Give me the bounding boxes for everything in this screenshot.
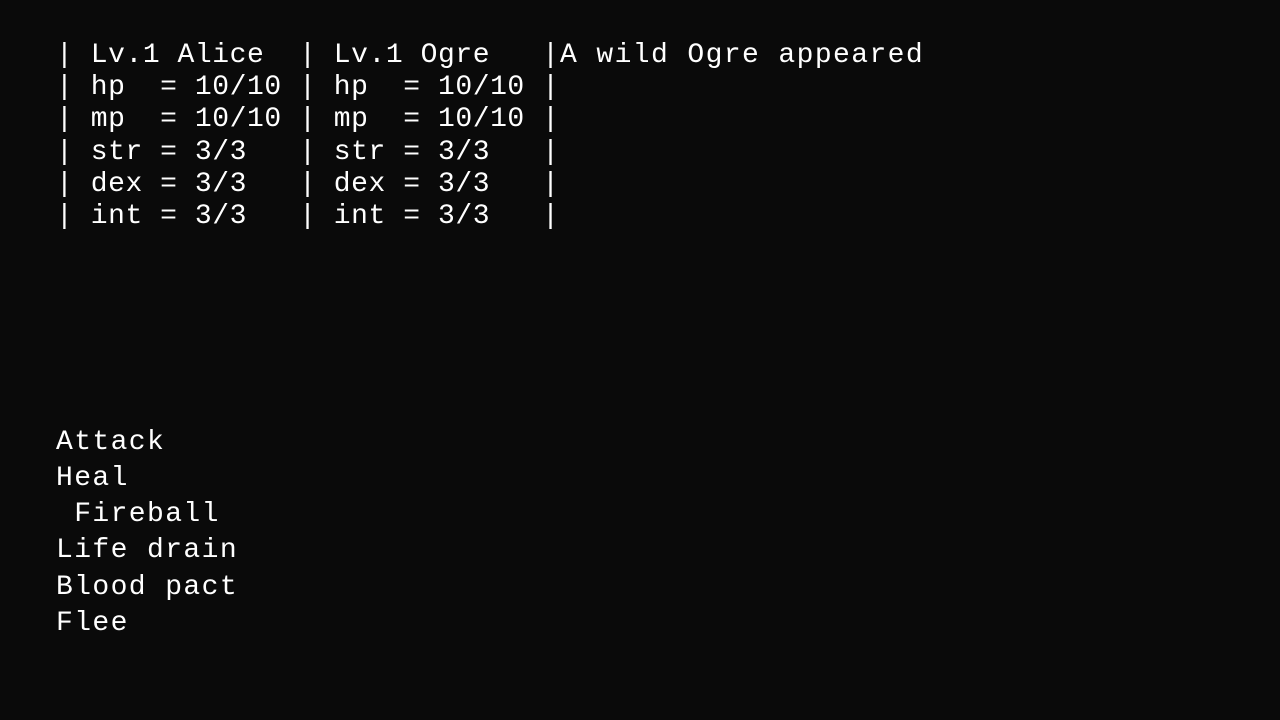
- stats-line-2: | mp = 10/10 | mp = 10/10 |: [56, 104, 1224, 136]
- stats-line-4: | dex = 3/3 | dex = 3/3 |: [56, 169, 1224, 201]
- stats-line-1: | hp = 10/10 | hp = 10/10 |: [56, 72, 1224, 104]
- stats-line-5: | int = 3/3 | int = 3/3 |: [56, 201, 1224, 233]
- action-item-0[interactable]: Attack: [56, 427, 238, 459]
- action-item-3[interactable]: Life drain: [56, 535, 238, 567]
- battle-message: A wild Ogre appeared: [560, 40, 924, 72]
- action-item-1[interactable]: Heal: [56, 463, 238, 495]
- actions-panel: Attack Heal Fireball Life drain Blood pact F…: [56, 427, 238, 640]
- stats-line-3: | str = 3/3 | str = 3/3 |: [56, 137, 1224, 169]
- action-item-5[interactable]: Flee: [56, 608, 238, 640]
- action-item-2[interactable]: Fireball: [56, 499, 238, 531]
- action-item-4[interactable]: Blood pact: [56, 572, 238, 604]
